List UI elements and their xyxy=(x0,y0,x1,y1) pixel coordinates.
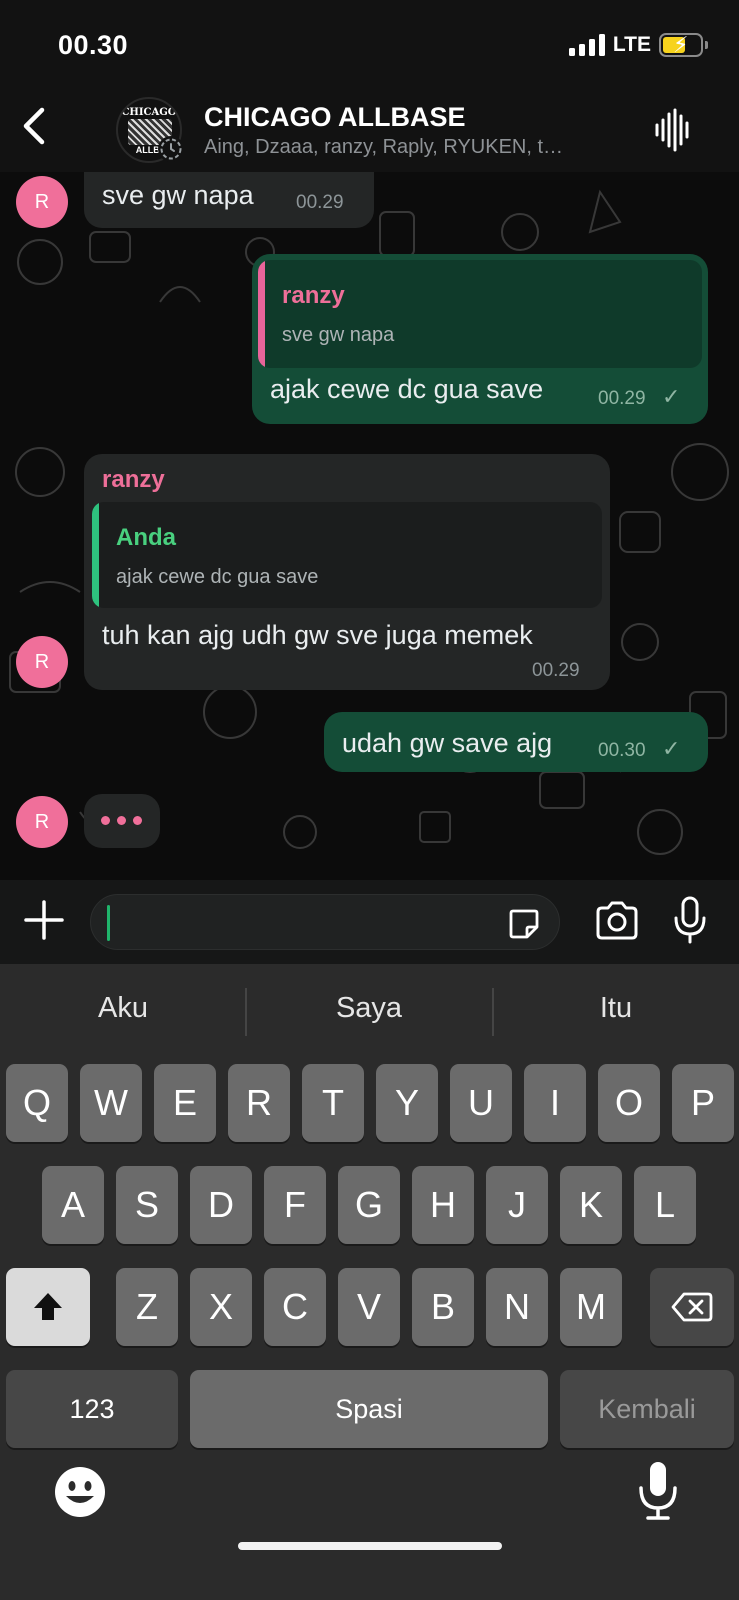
sticker-icon[interactable] xyxy=(507,907,541,941)
key-b[interactable]: B xyxy=(412,1268,474,1346)
avatar-logo-text: CHICAGO xyxy=(121,107,177,118)
message-bubble-outgoing[interactable]: udah gw save ajg 00.30 ✓ xyxy=(324,712,708,772)
message-text: tuh kan ajg udh gw sve juga memek xyxy=(102,620,533,650)
message-text: ajak cewe dc gua save xyxy=(270,374,544,404)
keyboard: Aku Saya Itu Q W E R T Y U I O P A S D F… xyxy=(0,964,739,1600)
message-time: 00.29 xyxy=(598,388,646,409)
sender-avatar[interactable]: R xyxy=(16,636,68,688)
quoted-message[interactable]: ranzy sve gw napa xyxy=(258,260,702,368)
sender-avatar[interactable]: R xyxy=(16,176,68,228)
sent-check-icon: ✓ xyxy=(662,384,681,409)
key-j[interactable]: J xyxy=(486,1166,548,1244)
shift-key[interactable] xyxy=(6,1268,90,1346)
message-time: 00.30 xyxy=(598,740,646,761)
chat-header: CHICAGO ALLB. CHICAGO ALLBASE Aing, Dzaa… xyxy=(0,90,739,172)
emoji-icon[interactable] xyxy=(54,1466,106,1518)
key-l[interactable]: L xyxy=(634,1166,696,1244)
key-i[interactable]: I xyxy=(524,1064,586,1142)
quote-bar xyxy=(92,502,99,608)
suggestion-item[interactable]: Itu xyxy=(493,992,739,1025)
message-bubble-outgoing[interactable]: ranzy sve gw napa ajak cewe dc gua save … xyxy=(252,254,708,424)
chat-area[interactable]: R sve gw napa 00.29 ranzy sve gw napa aj… xyxy=(0,172,739,880)
key-r[interactable]: R xyxy=(228,1064,290,1142)
home-indicator[interactable] xyxy=(238,1542,502,1550)
message-text: sve gw napa xyxy=(102,180,254,210)
key-k[interactable]: K xyxy=(560,1166,622,1244)
status-indicators: LTE ⚡ xyxy=(568,32,708,57)
key-a[interactable]: A xyxy=(42,1166,104,1244)
attach-plus-icon[interactable] xyxy=(22,898,66,942)
network-label: LTE xyxy=(612,33,651,56)
key-x[interactable]: X xyxy=(190,1268,252,1346)
message-bubble-incoming[interactable]: ranzy Anda ajak cewe dc gua save tuh kan… xyxy=(84,454,610,690)
suggestion-item[interactable]: Saya xyxy=(246,992,492,1025)
shift-icon xyxy=(34,1293,62,1320)
message-bubble-incoming[interactable]: sve gw napa 00.29 xyxy=(84,172,374,228)
quote-bar xyxy=(258,260,265,368)
key-e[interactable]: E xyxy=(154,1064,216,1142)
quote-sender: ranzy xyxy=(282,282,345,309)
key-o[interactable]: O xyxy=(598,1064,660,1142)
key-m[interactable]: M xyxy=(560,1268,622,1346)
key-g[interactable]: G xyxy=(338,1166,400,1244)
signal-icon xyxy=(568,34,605,56)
sender-avatar[interactable]: R xyxy=(16,796,68,848)
typing-indicator xyxy=(84,794,160,848)
key-v[interactable]: V xyxy=(338,1268,400,1346)
message-time: 00.29 xyxy=(296,192,344,213)
quote-text: ajak cewe dc gua save xyxy=(116,566,319,588)
backspace-icon xyxy=(671,1292,713,1322)
suggestion-item[interactable]: Aku xyxy=(0,992,246,1025)
backspace-key[interactable] xyxy=(650,1268,734,1346)
space-key[interactable]: Spasi xyxy=(190,1370,548,1448)
key-d[interactable]: D xyxy=(190,1166,252,1244)
message-text: udah gw save ajg xyxy=(342,728,553,758)
voice-chat-icon[interactable] xyxy=(653,108,693,152)
key-f[interactable]: F xyxy=(264,1166,326,1244)
camera-icon[interactable] xyxy=(594,900,640,942)
microphone-icon[interactable] xyxy=(672,896,708,944)
key-u[interactable]: U xyxy=(450,1064,512,1142)
key-y[interactable]: Y xyxy=(376,1064,438,1142)
key-t[interactable]: T xyxy=(302,1064,364,1142)
sent-check-icon: ✓ xyxy=(662,736,681,761)
key-h[interactable]: H xyxy=(412,1166,474,1244)
back-icon[interactable] xyxy=(14,102,54,150)
key-p[interactable]: P xyxy=(672,1064,734,1142)
quote-text: sve gw napa xyxy=(282,324,395,346)
numbers-key[interactable]: 123 xyxy=(6,1370,178,1448)
message-composer xyxy=(0,880,739,964)
text-cursor xyxy=(107,905,110,941)
key-n[interactable]: N xyxy=(486,1268,548,1346)
key-s[interactable]: S xyxy=(116,1166,178,1244)
dictation-mic-icon[interactable] xyxy=(636,1460,680,1522)
chat-title[interactable]: CHICAGO ALLBASE xyxy=(204,102,466,133)
status-bar: 00.30 LTE ⚡ xyxy=(0,0,739,90)
message-input[interactable] xyxy=(90,894,560,950)
chat-members[interactable]: Aing, Dzaaa, ranzy, Raply, RYUKEN, t… xyxy=(204,136,624,159)
message-sender[interactable]: ranzy xyxy=(102,466,165,494)
key-w[interactable]: W xyxy=(80,1064,142,1142)
quote-sender: Anda xyxy=(116,524,176,551)
return-key[interactable]: Kembali xyxy=(560,1370,734,1448)
key-q[interactable]: Q xyxy=(6,1064,68,1142)
keyboard-suggestions: Aku Saya Itu xyxy=(0,964,739,1058)
quoted-message[interactable]: Anda ajak cewe dc gua save xyxy=(92,502,602,608)
status-time: 00.30 xyxy=(58,30,129,60)
key-c[interactable]: C xyxy=(264,1268,326,1346)
message-time: 00.29 xyxy=(532,660,580,681)
key-z[interactable]: Z xyxy=(116,1268,178,1346)
disappearing-timer-icon xyxy=(158,136,184,162)
battery-icon: ⚡ xyxy=(659,32,708,57)
